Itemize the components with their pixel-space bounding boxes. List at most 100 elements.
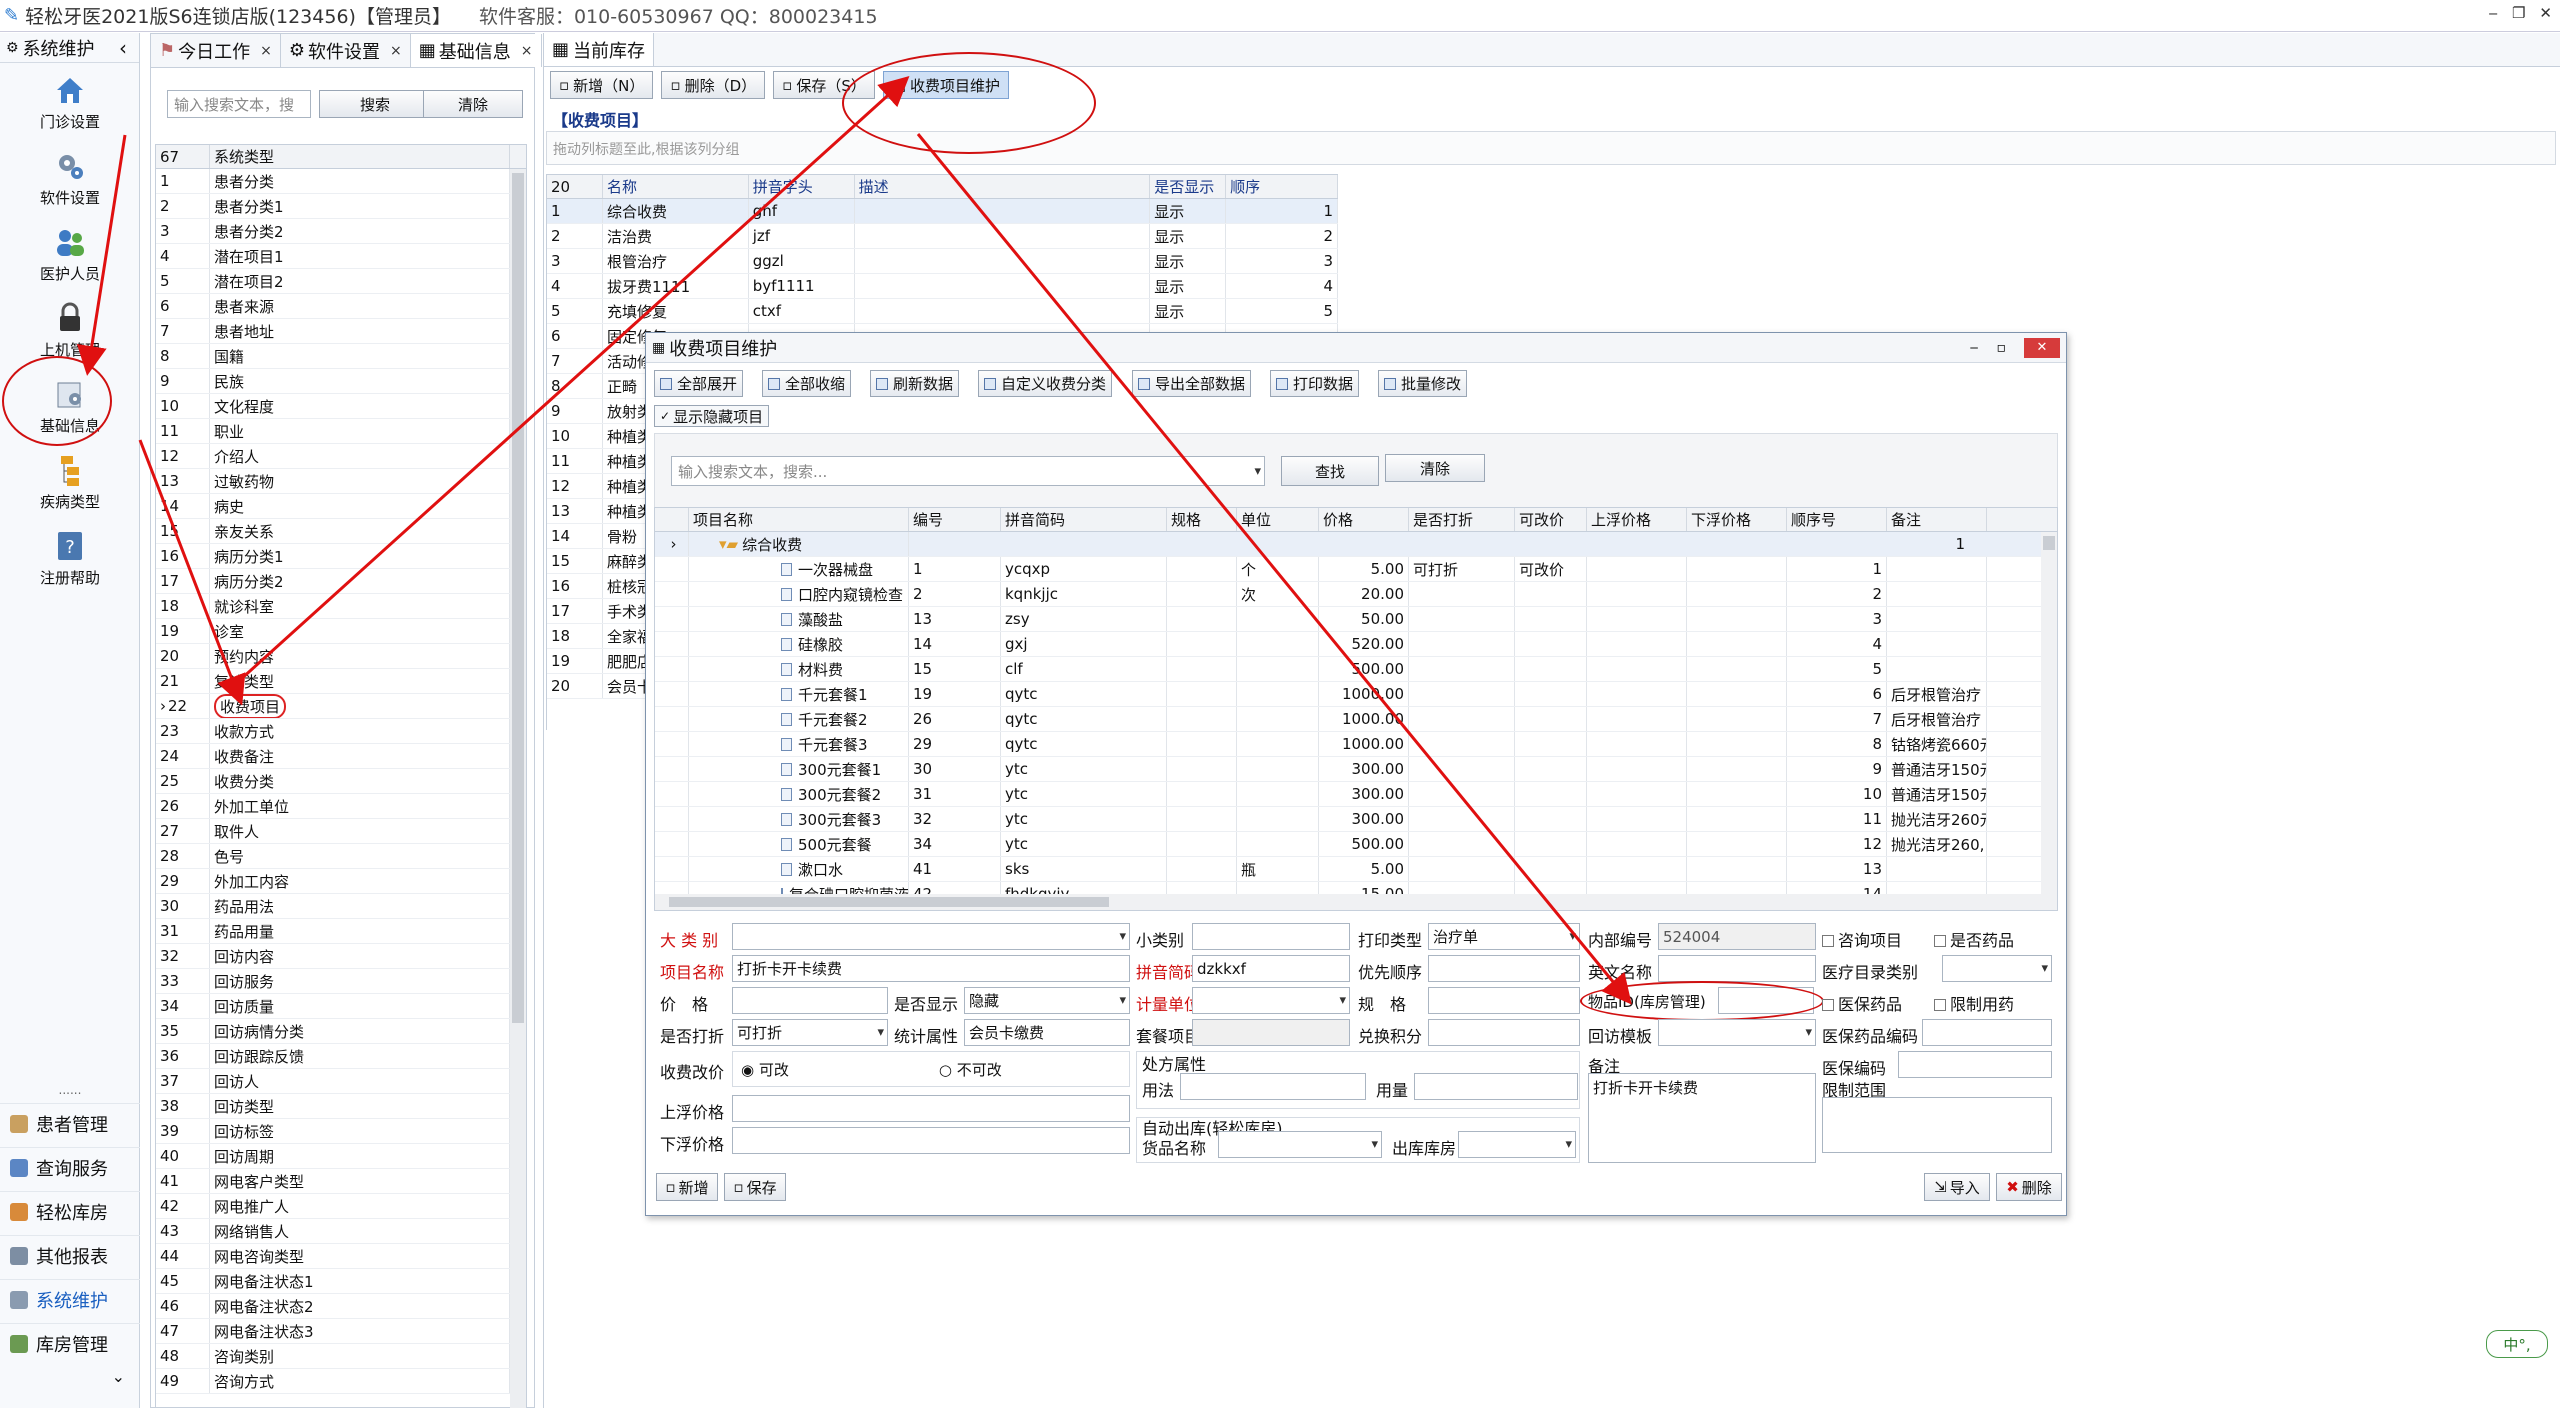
table-row[interactable]: 千元套餐2 26 qytc 1000.00 7 后牙根管治疗 — [655, 707, 2057, 732]
table-row[interactable]: 5 充填修复 ctxf 显示 5 — [547, 299, 1338, 324]
export-button[interactable]: 导出全部数据 — [1132, 370, 1252, 397]
dialog-close-button[interactable]: ✕ — [2024, 337, 2060, 358]
column-header[interactable]: 规格 — [1167, 508, 1237, 531]
down-price-field[interactable] — [732, 1127, 1130, 1154]
column-header[interactable]: 顺序号 — [1787, 508, 1887, 531]
med-catalog-select[interactable] — [1942, 955, 2052, 982]
nav-clinic-settings[interactable]: 门诊设置 — [0, 73, 140, 132]
spec-field[interactable] — [1428, 987, 1580, 1014]
ins-drug-code-field[interactable] — [1922, 1019, 2052, 1046]
table-row[interactable]: 34 回访质量 — [156, 994, 526, 1019]
nav-cat-reports[interactable]: 其他报表 — [0, 1235, 140, 1275]
up-price-field[interactable] — [732, 1095, 1130, 1122]
table-row[interactable]: 42 网电推广人 — [156, 1194, 526, 1219]
import-button[interactable]: ⇲ 导入 — [1924, 1173, 1990, 1201]
table-row[interactable]: 10 文化程度 — [156, 394, 526, 419]
table-row[interactable]: 藻酸盐 13 zsy 50.00 3 — [655, 607, 2057, 632]
table-row[interactable]: 13 过敏药物 — [156, 469, 526, 494]
english-name-field[interactable] — [1658, 955, 1816, 982]
priority-field[interactable] — [1428, 955, 1580, 982]
table-row[interactable]: 300元套餐3 32 ytc 300.00 11 抛光洁牙260元 — [655, 807, 2057, 832]
table-row[interactable]: 材料费 15 clf 500.00 5 — [655, 657, 2057, 682]
close-icon[interactable]: × — [521, 43, 533, 59]
table-row[interactable]: 12 介绍人 — [156, 444, 526, 469]
nav-login-management[interactable]: 上机管理 — [0, 301, 140, 360]
table-row[interactable]: 39 回访标签 — [156, 1119, 526, 1144]
tab-software-settings[interactable]: ⚙ 软件设置 × — [280, 34, 411, 67]
table-row[interactable]: 一次器械盘 1 ycqxp 个 5.00 可打折 可改价 1 — [655, 557, 2057, 582]
nav-splitter[interactable]: ...... — [0, 1083, 140, 1097]
visit-template-select[interactable] — [1658, 1019, 1816, 1046]
table-row[interactable]: 33 回访服务 — [156, 969, 526, 994]
table-row[interactable]: 28 色号 — [156, 844, 526, 869]
table-row[interactable]: 300元套餐1 30 ytc 300.00 9 普通洁牙150元 — [655, 757, 2057, 782]
table-row[interactable]: 3 根管治疗 ggzl 显示 3 — [547, 249, 1338, 274]
nav-cat-query[interactable]: 查询服务 — [0, 1147, 140, 1187]
column-header[interactable]: 拼音简码 — [1001, 508, 1167, 531]
nav-cat-system[interactable]: 系统维护 — [0, 1279, 140, 1319]
nav-cat-patients[interactable]: 患者管理 — [0, 1103, 140, 1143]
price-field[interactable] — [732, 987, 888, 1014]
close-icon[interactable]: × — [260, 43, 272, 59]
ins-code-field[interactable] — [1898, 1051, 2052, 1078]
table-row[interactable]: 38 回访类型 — [156, 1094, 526, 1119]
left-search-input[interactable]: 输入搜索文本，搜 — [167, 90, 311, 118]
add-button[interactable]: ▫ 新增（N） — [550, 71, 654, 99]
nav-disease-types[interactable]: 疾病类型 — [0, 453, 140, 512]
table-row[interactable]: 23 收款方式 — [156, 719, 526, 744]
table-row[interactable]: 25 收费分类 — [156, 769, 526, 794]
dialog-clear-button[interactable]: 清除 — [1385, 454, 1485, 482]
batch-edit-button[interactable]: 批量修改 — [1378, 370, 1468, 397]
dialog-maximize-button[interactable]: ▫ — [1997, 340, 2007, 356]
restore-button[interactable]: ❐ — [2512, 4, 2525, 22]
dosage-field[interactable] — [1414, 1073, 1578, 1100]
dialog-minimize-button[interactable]: ‒ — [1970, 340, 1979, 356]
tree-hscrollbar[interactable] — [655, 894, 2057, 910]
table-row[interactable]: 36 回访跟踪反馈 — [156, 1044, 526, 1069]
table-row[interactable]: 15 亲友关系 — [156, 519, 526, 544]
column-header[interactable]: 单位 — [1237, 508, 1319, 531]
show-hidden-checkbox[interactable]: ✓ 显示隐藏项目 — [654, 405, 770, 427]
minimize-button[interactable]: ‒ — [2488, 4, 2498, 22]
cannot-change-radio[interactable]: ○ 不可改 — [939, 1059, 1002, 1080]
column-header[interactable]: 是否打折 — [1409, 508, 1515, 531]
table-row[interactable]: 2 患者分类1 — [156, 194, 526, 219]
tree-group-row[interactable]: › ▾▰ 综合收费 1 — [655, 532, 2057, 557]
table-row[interactable]: 口腔内窥镜检查 2 kqnkjjc 次 20.00 2 — [655, 582, 2057, 607]
table-row[interactable]: 硅橡胶 14 gxj 520.00 4 — [655, 632, 2057, 657]
table-row[interactable]: 14 病史 — [156, 494, 526, 519]
table-row[interactable]: 21 复诊类型 — [156, 669, 526, 694]
close-icon[interactable]: × — [390, 43, 402, 59]
consult-checkbox[interactable]: 咨询项目 — [1822, 927, 1902, 951]
table-row[interactable]: 26 外加工单位 — [156, 794, 526, 819]
table-row[interactable]: 32 回访内容 — [156, 944, 526, 969]
table-row[interactable]: 6 患者来源 — [156, 294, 526, 319]
insurance-drug-checkbox[interactable]: 医保药品 — [1822, 991, 1902, 1015]
nav-cat-warehouse[interactable]: 库房管理 — [0, 1323, 140, 1363]
table-row[interactable]: 5 潜在项目2 — [156, 269, 526, 294]
package-field[interactable] — [1192, 1019, 1350, 1046]
table-row[interactable]: 500元套餐 34 ytc 500.00 12 抛光洁牙260, — [655, 832, 2057, 857]
table-row[interactable]: 4 潜在项目1 — [156, 244, 526, 269]
table-row[interactable]: 300元套餐2 31 ytc 300.00 10 普通洁牙150元 — [655, 782, 2057, 807]
restricted-checkbox[interactable]: 限制用药 — [1934, 991, 2014, 1015]
table-row[interactable]: 49 咨询方式 — [156, 1369, 526, 1394]
is-drug-checkbox[interactable]: 是否药品 — [1934, 927, 2014, 951]
table-row[interactable]: 漱口水 41 sks 瓶 5.00 13 — [655, 857, 2057, 882]
close-button[interactable]: ✕ — [2539, 4, 2552, 22]
remark-field[interactable]: 打折卡开卡续费 — [1588, 1073, 1816, 1163]
table-row[interactable]: 24 收费备注 — [156, 744, 526, 769]
can-change-radio[interactable]: ◉ 可改 — [741, 1059, 789, 1080]
table-row[interactable]: 1 患者分类 — [156, 169, 526, 194]
show-select[interactable]: 隐藏 — [964, 987, 1130, 1014]
table-row[interactable]: 29 外加工内容 — [156, 869, 526, 894]
nav-staff[interactable]: 医护人员 — [0, 225, 140, 284]
big-category-select[interactable] — [732, 923, 1130, 950]
goods-name-select[interactable] — [1218, 1131, 1382, 1158]
expand-all-button[interactable]: 全部展开 — [654, 370, 744, 397]
column-header[interactable]: 备注 — [1887, 508, 1987, 531]
table-row[interactable]: 16 病历分类1 — [156, 544, 526, 569]
column-header[interactable]: 上浮价格 — [1587, 508, 1687, 531]
table-row[interactable]: 45 网电备注状态1 — [156, 1269, 526, 1294]
table-row[interactable]: 48 咨询类别 — [156, 1344, 526, 1369]
